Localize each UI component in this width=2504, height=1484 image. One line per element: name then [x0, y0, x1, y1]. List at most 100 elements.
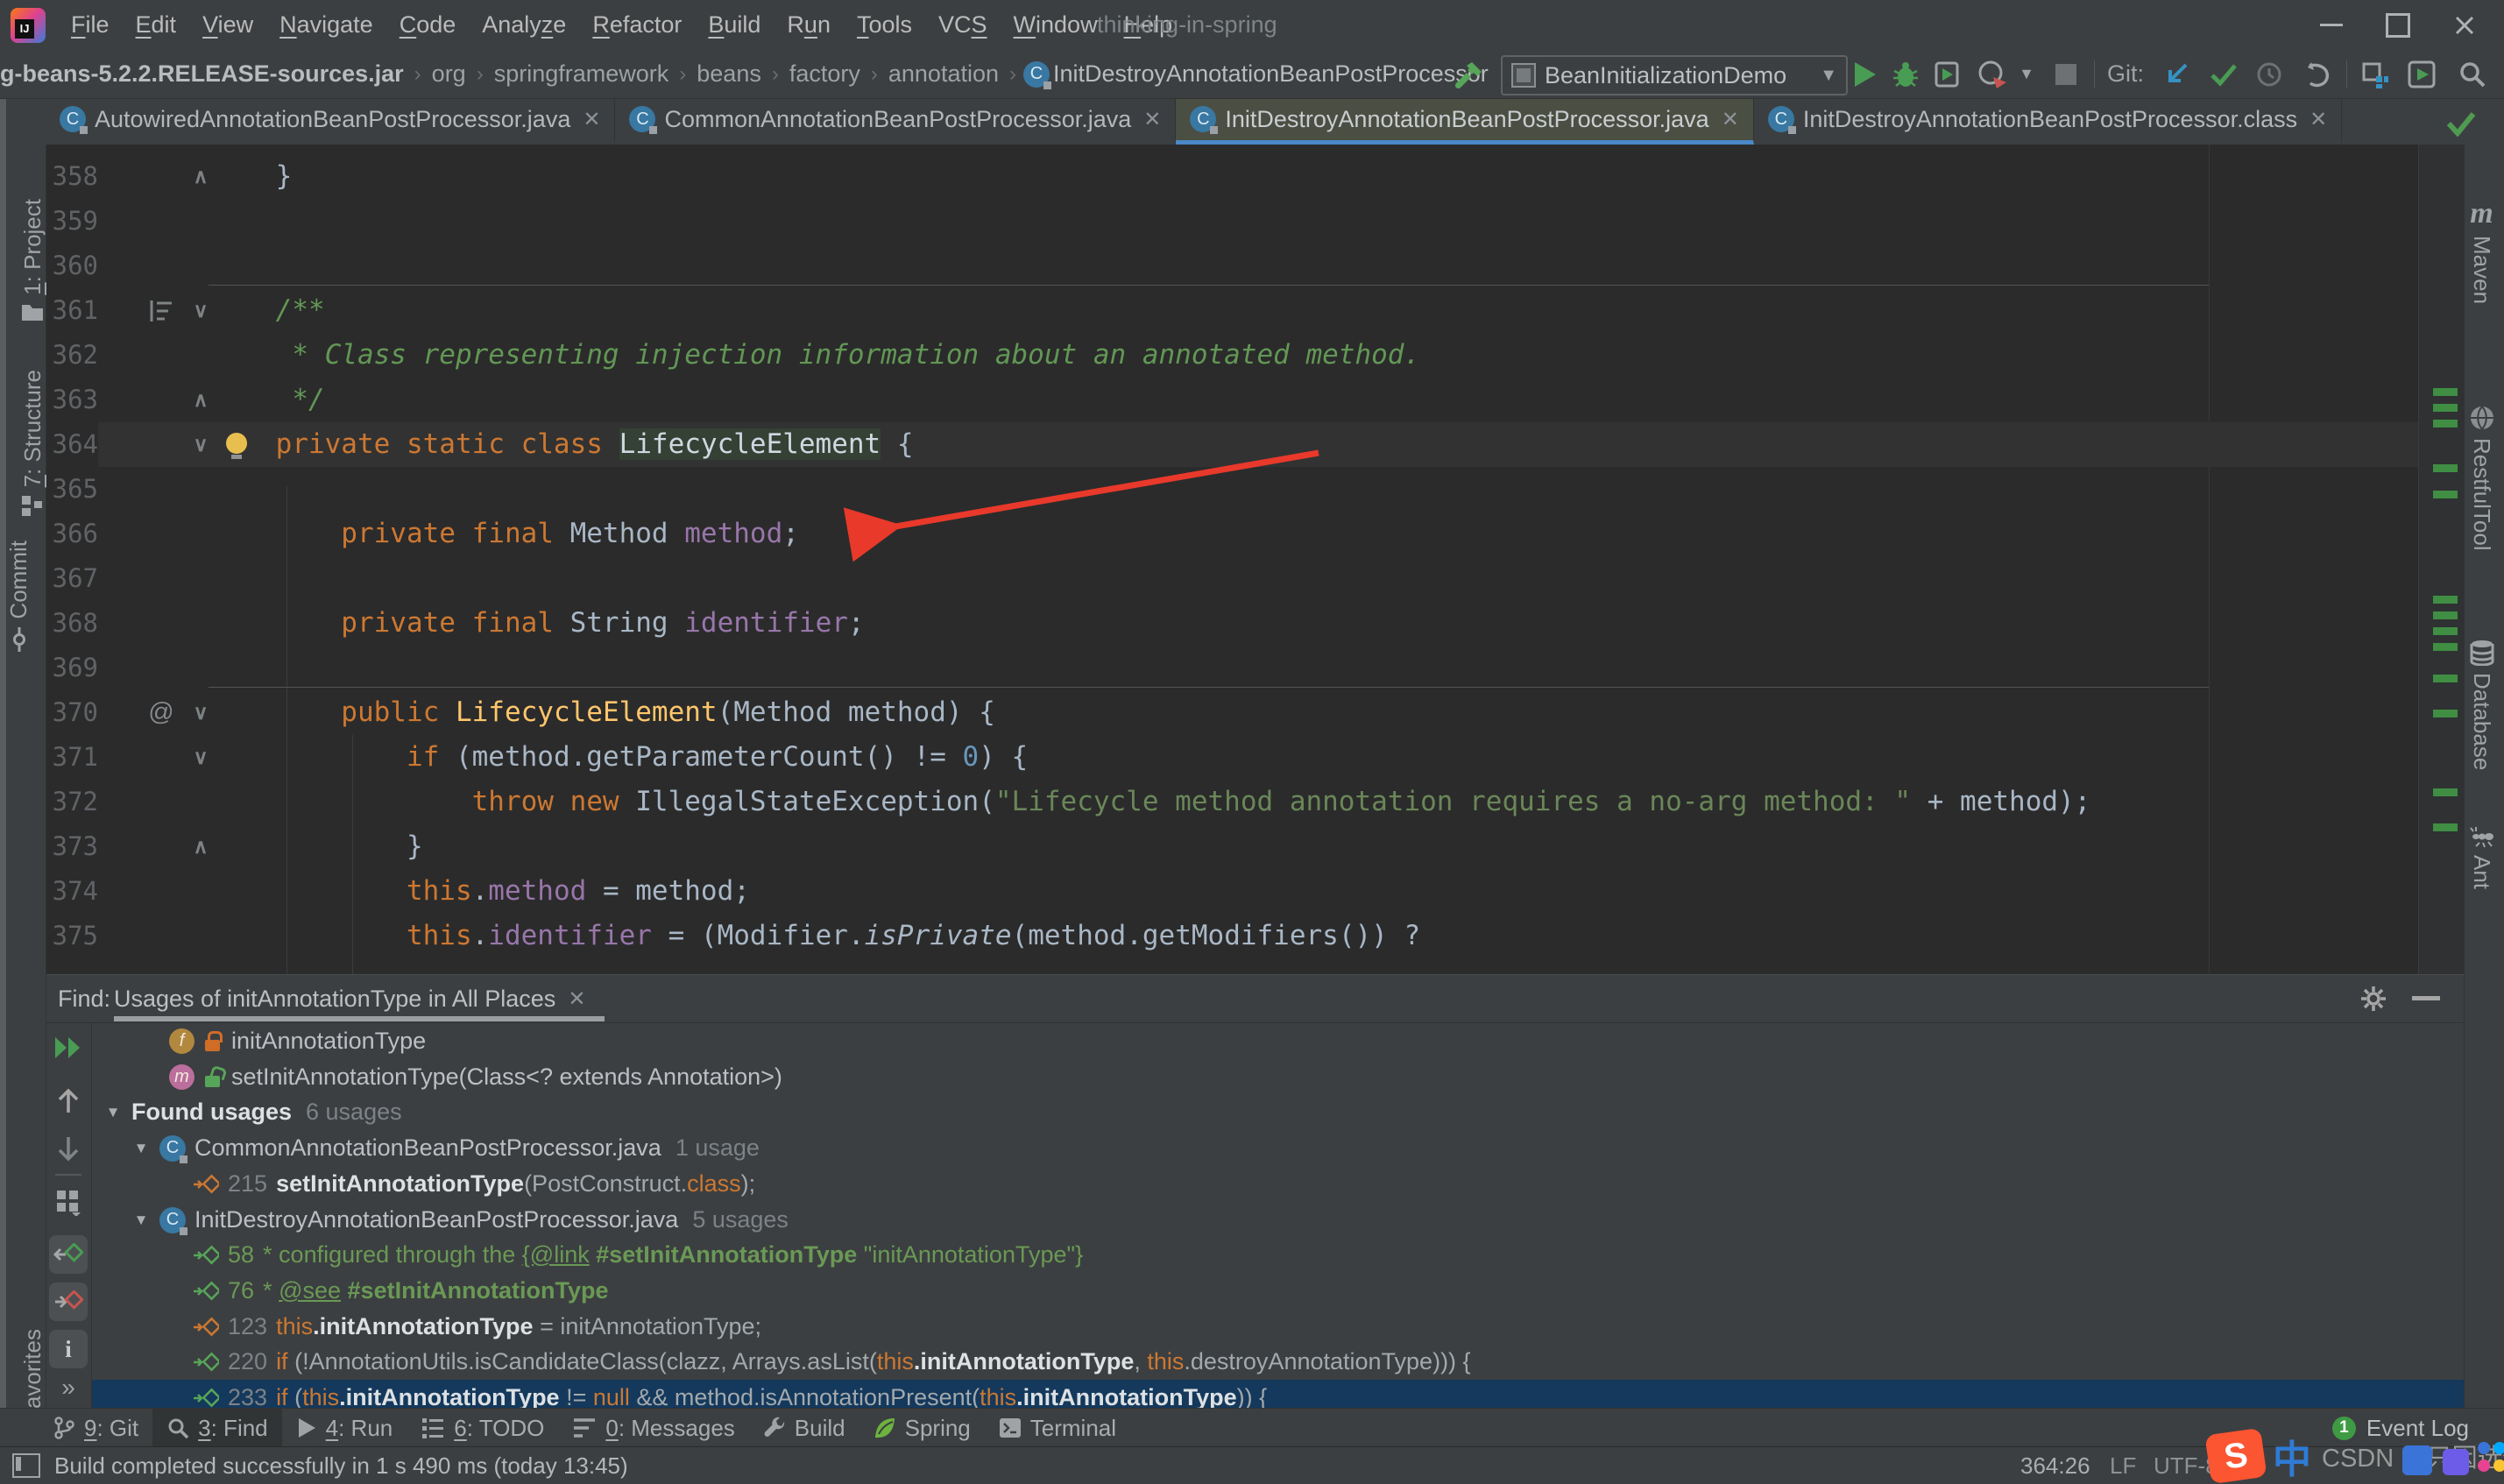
rollback-button[interactable] [2297, 50, 2336, 98]
toolwindow-button-ant[interactable]: Ant [2468, 825, 2495, 889]
toolwindow-button-database[interactable]: Database [2468, 640, 2495, 770]
toolwindow-toggle-icon[interactable] [12, 1453, 40, 1478]
maximize-button[interactable] [2385, 12, 2411, 39]
close-icon[interactable]: ✕ [1143, 107, 1161, 132]
run-button[interactable] [1845, 50, 1884, 98]
group-by-icon[interactable] [46, 1188, 91, 1216]
debug-button[interactable] [1886, 50, 1925, 98]
menu-view[interactable]: View [189, 11, 266, 39]
run-with-coverage-button[interactable] [1928, 50, 1966, 98]
history-clock-icon[interactable] [2250, 50, 2288, 98]
toolwindow-bar-0-messages[interactable]: 0: Messages [558, 1409, 748, 1447]
line-number[interactable]: 369 [46, 646, 98, 690]
find-result-row[interactable]: 220 if (!AnnotationUtils.isCandidateClass… [92, 1344, 2465, 1380]
line-separator[interactable]: LF [2110, 1447, 2136, 1484]
previous-occurrence-button[interactable] [46, 1088, 91, 1114]
read-access-toggle[interactable] [49, 1235, 88, 1274]
menu-code[interactable]: Code [386, 11, 470, 39]
search-everywhere-icon[interactable] [2453, 50, 2492, 98]
toolwindow-bar-4-run[interactable]: 4: Run [282, 1409, 407, 1447]
line-number[interactable]: 358 [46, 154, 98, 199]
menu-edit[interactable]: Edit [123, 11, 190, 39]
menu-tools[interactable]: Tools [844, 11, 925, 39]
menu-refactor[interactable]: Refactor [579, 11, 695, 39]
build-hammer-icon[interactable] [1450, 50, 1489, 98]
chevron-down-icon[interactable]: ▼ [131, 1212, 151, 1229]
find-results-tab[interactable]: Usages of initAnnotationType in All Plac… [114, 975, 585, 1022]
line-number[interactable]: 367 [46, 556, 98, 601]
line-number[interactable]: 370 [46, 690, 98, 735]
chevron-down-icon[interactable]: ▼ [131, 1140, 151, 1157]
breadcrumb-item[interactable]: g-beans-5.2.2.RELEASE-sources.jar [0, 60, 407, 88]
next-occurrence-button[interactable] [46, 1135, 91, 1162]
editor-tab[interactable]: C AutowiredAnnotationBeanPostProcessor.ja… [46, 98, 616, 145]
line-number[interactable]: 374 [46, 869, 98, 914]
find-result-row[interactable]: m setInitAnnotationType(Class<? extends A… [92, 1059, 2465, 1095]
find-result-row[interactable]: ▼ C CommonAnnotationBeanPostProcessor.java… [92, 1130, 2465, 1166]
menu-file[interactable]: File [58, 11, 123, 39]
find-result-row[interactable]: 215 setInitAnnotationType(PostConstruct.c… [92, 1166, 2465, 1202]
find-result-row[interactable]: 58 * configured through the {@link #setIn… [92, 1237, 2465, 1273]
toolwindow-bar-spring[interactable]: Spring [859, 1409, 985, 1447]
run-anything-icon[interactable] [2402, 50, 2441, 98]
line-number[interactable]: 368 [46, 601, 98, 646]
toolwindow-button-maven[interactable]: m Maven [2468, 199, 2495, 305]
write-access-toggle[interactable] [49, 1283, 88, 1321]
find-result-row[interactable]: ▼ Found usages 6 usages [92, 1094, 2465, 1130]
breadcrumb-item[interactable]: annotation [885, 60, 1002, 88]
run-configuration-select[interactable]: BeanInitializationDemo ▼ [1501, 55, 1848, 95]
gear-icon[interactable] [2359, 985, 2387, 1013]
menu-window[interactable]: Window [1001, 11, 1111, 39]
find-result-row[interactable]: 76 * @see #setInitAnnotationType [92, 1273, 2465, 1309]
close-icon[interactable]: ✕ [568, 986, 585, 1012]
file-structure-icon[interactable] [2355, 50, 2394, 98]
breadcrumb-item[interactable]: factory [786, 60, 864, 88]
menu-vcs[interactable]: VCS [925, 11, 1001, 39]
editor-scrollbar[interactable] [2418, 145, 2465, 974]
code-editor[interactable]: 358 ∧ } 359 360 361 ∨ /** 362 * Class represen… [46, 145, 2465, 974]
editor-tab[interactable]: C InitDestroyAnnotationBeanPostProcessor.… [1176, 98, 1754, 145]
toolwindow-bar-6-todo[interactable]: 6: TODO [407, 1409, 558, 1447]
menu-navigate[interactable]: Navigate [266, 11, 386, 39]
close-button[interactable] [2451, 12, 2478, 39]
breadcrumb-item[interactable]: springframework [491, 60, 673, 88]
profiler-button[interactable] [1973, 50, 2012, 98]
rerun-search-button[interactable] [46, 1035, 91, 1060]
find-result-row[interactable]: ▼ C InitDestroyAnnotationBeanPostProcessor… [92, 1202, 2465, 1238]
editor-tab[interactable]: C InitDestroyAnnotationBeanPostProcessor.… [1754, 98, 2343, 145]
line-number[interactable]: 372 [46, 780, 98, 824]
profiler-dropdown-icon[interactable]: ▼ [2013, 50, 2040, 98]
toolwindow-button-1-project[interactable]: 1: Project [5, 199, 60, 323]
toolwindow-bar-9-git[interactable]: 9: Git [39, 1409, 152, 1447]
breadcrumb-item[interactable]: org [428, 60, 470, 88]
hide-panel-button[interactable] [2412, 996, 2440, 1000]
chevron-down-icon[interactable]: ▼ [103, 1104, 123, 1121]
find-result-row[interactable]: f initAnnotationType [92, 1023, 2465, 1059]
breadcrumb-class[interactable]: InitDestroyAnnotationBeanPostProcessor [1050, 60, 1492, 88]
toolwindow-bar-3-find[interactable]: 3: Find [152, 1409, 282, 1447]
editor-tab[interactable]: C CommonAnnotationBeanPostProcessor.java ✕ [615, 98, 1177, 145]
toolwindow-button-restfultool[interactable]: RestfulTool [2468, 405, 2495, 551]
menu-run[interactable]: Run [774, 11, 844, 39]
menu-build[interactable]: Build [695, 11, 774, 39]
stop-button[interactable] [2047, 50, 2085, 98]
close-icon[interactable]: ✕ [583, 107, 600, 132]
line-number[interactable]: 366 [46, 512, 98, 556]
toolwindow-button-commit[interactable]: Commit [5, 541, 32, 653]
caret-position[interactable]: 364:26 [2020, 1447, 2090, 1484]
find-result-row[interactable]: 123 this.initAnnotationType = initAnnotat… [92, 1309, 2465, 1345]
line-number[interactable]: 371 [46, 735, 98, 780]
line-number[interactable]: 373 [46, 824, 98, 869]
close-icon[interactable]: ✕ [1722, 107, 1739, 132]
git-commit-button[interactable] [2204, 50, 2243, 98]
toolwindow-button-7-structure[interactable]: 7: Structure [5, 370, 60, 517]
toolwindow-bar-build[interactable]: Build [749, 1409, 859, 1447]
breadcrumb-item[interactable]: beans [693, 60, 765, 88]
line-number[interactable]: 375 [46, 914, 98, 958]
git-update-button[interactable] [2157, 50, 2196, 98]
minimize-button[interactable] [2318, 12, 2345, 39]
toolwindow-bar-terminal[interactable]: Terminal [985, 1409, 1130, 1447]
inspections-ok-icon[interactable] [2446, 110, 2476, 137]
find-result-row[interactable]: 233 if (this.initAnnotationType != null &… [92, 1380, 2465, 1409]
menu-analyze[interactable]: Analyze [469, 11, 579, 39]
